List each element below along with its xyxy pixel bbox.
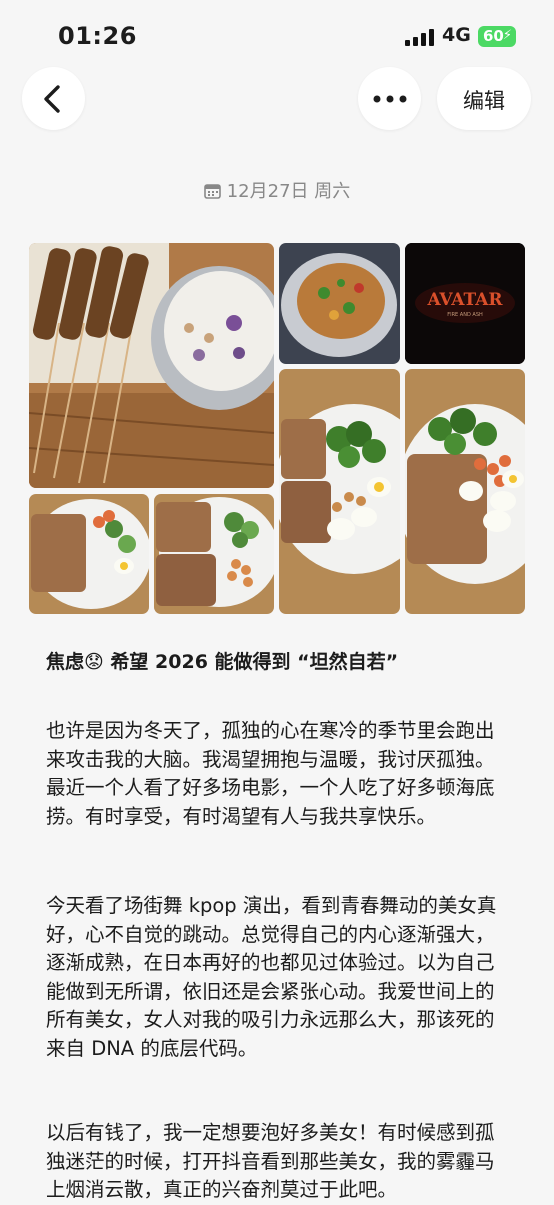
photo-skewers-dessert[interactable] bbox=[29, 243, 274, 488]
photo-toast-broccoli-egg[interactable] bbox=[279, 369, 400, 614]
photo-stir-fry[interactable] bbox=[279, 243, 400, 364]
photo-toast-broccoli-shrimp-egg[interactable] bbox=[405, 369, 525, 614]
photo-avatar-poster[interactable]: AVATAR FIRE AND ASH bbox=[405, 243, 525, 364]
entry-date-text: 12月27日 周六 bbox=[226, 181, 351, 202]
photo-toast-cucumber-shrimp[interactable] bbox=[154, 494, 274, 614]
status-time: 01:26 bbox=[58, 22, 137, 50]
edit-button[interactable]: 编辑 bbox=[437, 67, 531, 130]
poster-subtitle: FIRE AND ASH bbox=[447, 312, 483, 318]
more-options-button[interactable] bbox=[358, 67, 421, 130]
status-bar: 01:26 4G 60 ⚡ bbox=[0, 0, 554, 70]
network-type: 4G bbox=[442, 24, 471, 46]
charging-bolt-icon: ⚡ bbox=[502, 28, 512, 43]
chevron-left-icon bbox=[44, 85, 60, 113]
entry-paragraph-3: 以后有钱了，我一定想要泡好多美女！有时候感到孤独迷茫的时候，打开抖音看到那些美女… bbox=[46, 1121, 495, 1201]
more-dots-icon bbox=[373, 95, 407, 103]
battery-level: 60 bbox=[483, 27, 504, 45]
calendar-icon bbox=[203, 184, 221, 199]
signal-icon bbox=[405, 29, 435, 46]
entry-paragraph-2: 今天看了场街舞 kpop 演出，看到青春舞动的美女真好，心不自觉的跳动。总觉得自… bbox=[46, 894, 497, 1060]
poster-title: AVATAR bbox=[426, 290, 503, 310]
entry-date: 12月27日 周六 bbox=[0, 177, 554, 203]
edit-button-label: 编辑 bbox=[463, 89, 505, 113]
battery-icon: 60 ⚡ bbox=[478, 26, 516, 47]
entry-paragraph-1: 也许是因为冬天了，孤独的心在寒冷的季节里会跑出来攻击我的大脑。我渴望拥抱与温暖，… bbox=[46, 719, 495, 828]
photo-toast-cucumber-egg[interactable] bbox=[29, 494, 149, 614]
back-button[interactable] bbox=[22, 67, 85, 130]
entry-title: 焦虑😟 希望 2026 能做得到 “坦然自若” bbox=[46, 651, 399, 673]
